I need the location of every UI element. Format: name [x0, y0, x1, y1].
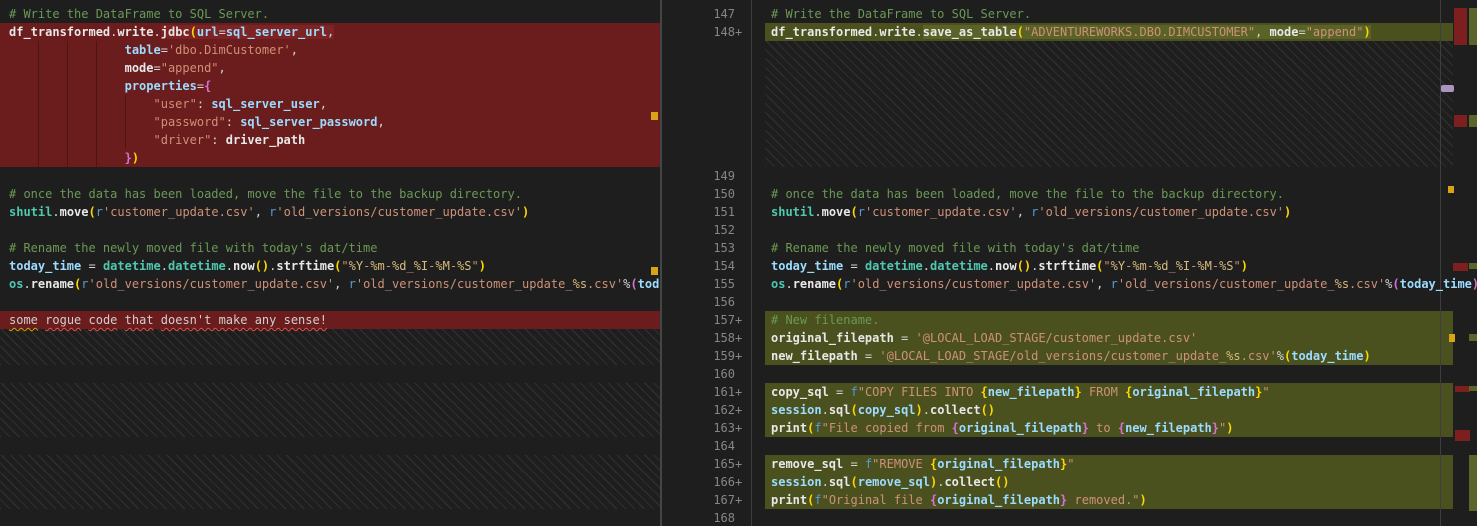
line-number: 167+ — [662, 491, 742, 509]
line-number: 163+ — [662, 419, 742, 437]
ruler-added-mark — [1469, 8, 1477, 45]
line-number: 165+ — [662, 455, 742, 473]
ruler-added-mark — [1469, 115, 1477, 127]
code-line[interactable]: # New filename. — [771, 311, 879, 329]
code-line[interactable]: remove_sql = f"REMOVE {original_filepath… — [771, 455, 1075, 473]
diff-editor: # Write the DataFrame to SQL Server.df_t… — [0, 0, 1477, 526]
code-line[interactable]: today_time = datetime.datetime.now().str… — [9, 257, 486, 275]
diff-filler — [0, 419, 660, 437]
ruler-added-mark — [1469, 334, 1477, 341]
line-number: 149 — [662, 167, 735, 185]
line-number: 151 — [662, 203, 735, 221]
diff-filler — [0, 347, 660, 365]
diff-pane-original[interactable]: # Write the DataFrame to SQL Server.df_t… — [0, 0, 660, 526]
ruler-warning-mark — [1448, 186, 1454, 193]
code-line[interactable]: df_transformed.write.jdbc(url=sql_server… — [9, 23, 334, 41]
scrollbar-handle[interactable] — [1441, 85, 1454, 92]
line-number: 160 — [662, 365, 735, 383]
indent-guide — [125, 95, 126, 149]
diff-filler — [765, 77, 1453, 95]
diff-pane-modified[interactable]: 146147# Write the DataFrame to SQL Serve… — [662, 0, 1477, 526]
line-number: 166+ — [662, 473, 742, 491]
line-number: 154 — [662, 257, 735, 275]
line-number: 168 — [662, 509, 735, 526]
code-line[interactable]: session.sql(copy_sql).collect() — [771, 401, 995, 419]
split-sash[interactable] — [660, 0, 662, 526]
code-line[interactable]: "user": sql_server_user, — [9, 95, 327, 113]
ruler-warning-mark — [651, 267, 658, 275]
line-number: 164 — [662, 437, 735, 455]
diff-filler — [765, 59, 1453, 77]
code-line[interactable]: today_time = datetime.datetime.now().str… — [771, 257, 1248, 275]
diff-filler — [0, 401, 660, 419]
diff-filler — [0, 329, 660, 347]
code-line[interactable]: print(f"File copied from {original_filep… — [771, 419, 1233, 437]
line-number: 155 — [662, 275, 735, 293]
diff-filler — [765, 41, 1453, 59]
code-line[interactable]: # Write the DataFrame to SQL Server. — [771, 5, 1031, 23]
diff-filler — [765, 149, 1453, 167]
line-number: 156 — [662, 293, 735, 311]
ruler-added-mark — [1469, 455, 1477, 511]
ruler-deleted-mark — [1455, 386, 1470, 392]
gutter-border — [751, 0, 752, 526]
code-line[interactable]: shutil.move(r'customer_update.csv', r'ol… — [9, 203, 529, 221]
code-line[interactable]: os.rename(r'old_versions/customer_update… — [771, 275, 1477, 293]
line-number: 162+ — [662, 401, 742, 419]
ruler-warning-mark — [1449, 334, 1455, 342]
code-line[interactable]: "password": sql_server_password, — [9, 113, 385, 131]
line-number: 152 — [662, 221, 735, 239]
code-line[interactable]: copy_sql = f"COPY FILES INTO {new_filepa… — [771, 383, 1270, 401]
diff-filler — [0, 473, 660, 491]
ruler-added-mark — [1469, 386, 1477, 391]
code-line[interactable]: some rogue code that doesn't make any se… — [9, 311, 327, 329]
line-number: 148+ — [662, 23, 742, 41]
indent-guide — [96, 41, 97, 167]
ruler-deleted-mark — [1455, 430, 1470, 441]
code-line[interactable]: mode="append", — [9, 59, 226, 77]
code-line[interactable]: properties={ — [9, 77, 211, 95]
code-line[interactable]: new_filepath = '@LOCAL_LOAD_STAGE/old_ve… — [771, 347, 1371, 365]
ruler-deleted-mark — [1453, 263, 1468, 271]
ruler-added-mark — [1469, 263, 1477, 269]
code-line[interactable]: # Write the DataFrame to SQL Server. — [9, 5, 269, 23]
line-number: 159+ — [662, 347, 742, 365]
line-number: 161+ — [662, 383, 742, 401]
diff-filler — [0, 383, 660, 401]
code-line[interactable]: df_transformed.write.save_as_table("ADVE… — [771, 23, 1371, 41]
code-line[interactable]: # Rename the newly moved file with today… — [9, 239, 377, 257]
line-number: 147 — [662, 5, 735, 23]
indent-guide — [67, 41, 68, 167]
code-line[interactable]: }) — [9, 149, 139, 167]
code-line[interactable]: # Rename the newly moved file with today… — [771, 239, 1139, 257]
code-line[interactable]: os.rename(r'old_versions/customer_update… — [9, 275, 660, 293]
code-line[interactable]: print(f"Original file {original_filepath… — [771, 491, 1147, 509]
ruler-warning-mark — [651, 112, 658, 120]
line-number: 157+ — [662, 311, 742, 329]
code-line[interactable]: table='dbo.DimCustomer', — [9, 41, 298, 59]
diff-filler — [765, 131, 1453, 149]
overview-ruler-border — [1440, 0, 1441, 526]
line-number: 150 — [662, 185, 735, 203]
ruler-deleted-mark — [1454, 115, 1467, 127]
code-line[interactable]: # once the data has been loaded, move th… — [771, 185, 1284, 203]
code-line[interactable]: original_filepath = '@LOCAL_LOAD_STAGE/c… — [771, 329, 1197, 347]
ruler-deleted-mark — [1454, 8, 1467, 45]
code-line[interactable]: "driver": driver_path — [9, 131, 305, 149]
diff-filler — [0, 491, 660, 509]
code-line[interactable]: # once the data has been loaded, move th… — [9, 185, 522, 203]
diff-filler — [765, 95, 1453, 113]
diff-filler — [765, 113, 1453, 131]
code-line[interactable]: session.sql(remove_sql).collect() — [771, 473, 1009, 491]
diff-filler — [0, 455, 660, 473]
line-number: 158+ — [662, 329, 742, 347]
code-line[interactable]: shutil.move(r'customer_update.csv', r'ol… — [771, 203, 1291, 221]
line-number: 153 — [662, 239, 735, 257]
indent-guide — [38, 41, 39, 167]
